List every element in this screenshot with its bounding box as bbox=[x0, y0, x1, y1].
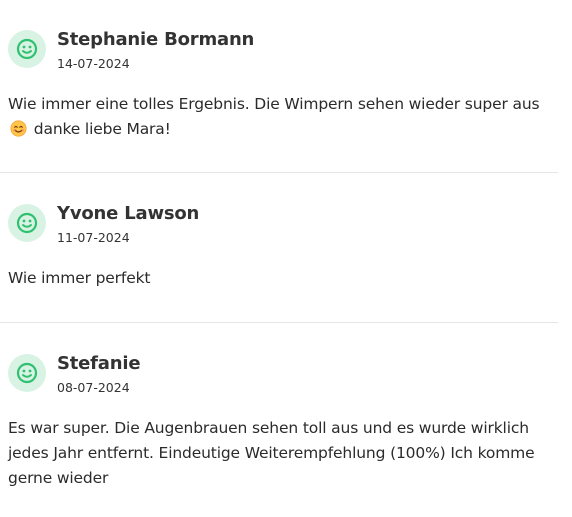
review-text-part: Wie immer eine tolles Ergebnis. Die Wimp… bbox=[8, 95, 540, 113]
review-text: Es war super. Die Augenbrauen sehen toll… bbox=[8, 419, 535, 487]
smiley-face-icon bbox=[16, 38, 38, 60]
review-date: 08-07-2024 bbox=[57, 380, 130, 395]
review-text: Wie immer eine tolles Ergebnis. Die Wimp… bbox=[8, 92, 553, 142]
smiling-face-emoji-icon bbox=[10, 120, 27, 137]
smiley-face-icon bbox=[16, 212, 38, 234]
review-date: 14-07-2024 bbox=[57, 56, 130, 71]
avatar bbox=[8, 354, 46, 392]
avatar bbox=[8, 30, 46, 68]
divider bbox=[0, 172, 558, 173]
avatar bbox=[8, 204, 46, 242]
reviewer-name: Yvone Lawson bbox=[57, 203, 200, 224]
reviewer-name: Stephanie Bormann bbox=[57, 29, 255, 50]
reviewer-name: Stefanie bbox=[57, 353, 141, 374]
reviews-list: Stephanie Bormann 14-07-2024 Wie immer e… bbox=[0, 0, 572, 517]
divider bbox=[0, 322, 558, 323]
review-text-part: danke liebe Mara! bbox=[33, 120, 171, 138]
smiley-face-icon bbox=[16, 362, 38, 384]
review-text: Wie immer perfekt bbox=[8, 269, 151, 287]
review-date: 11-07-2024 bbox=[57, 230, 130, 245]
